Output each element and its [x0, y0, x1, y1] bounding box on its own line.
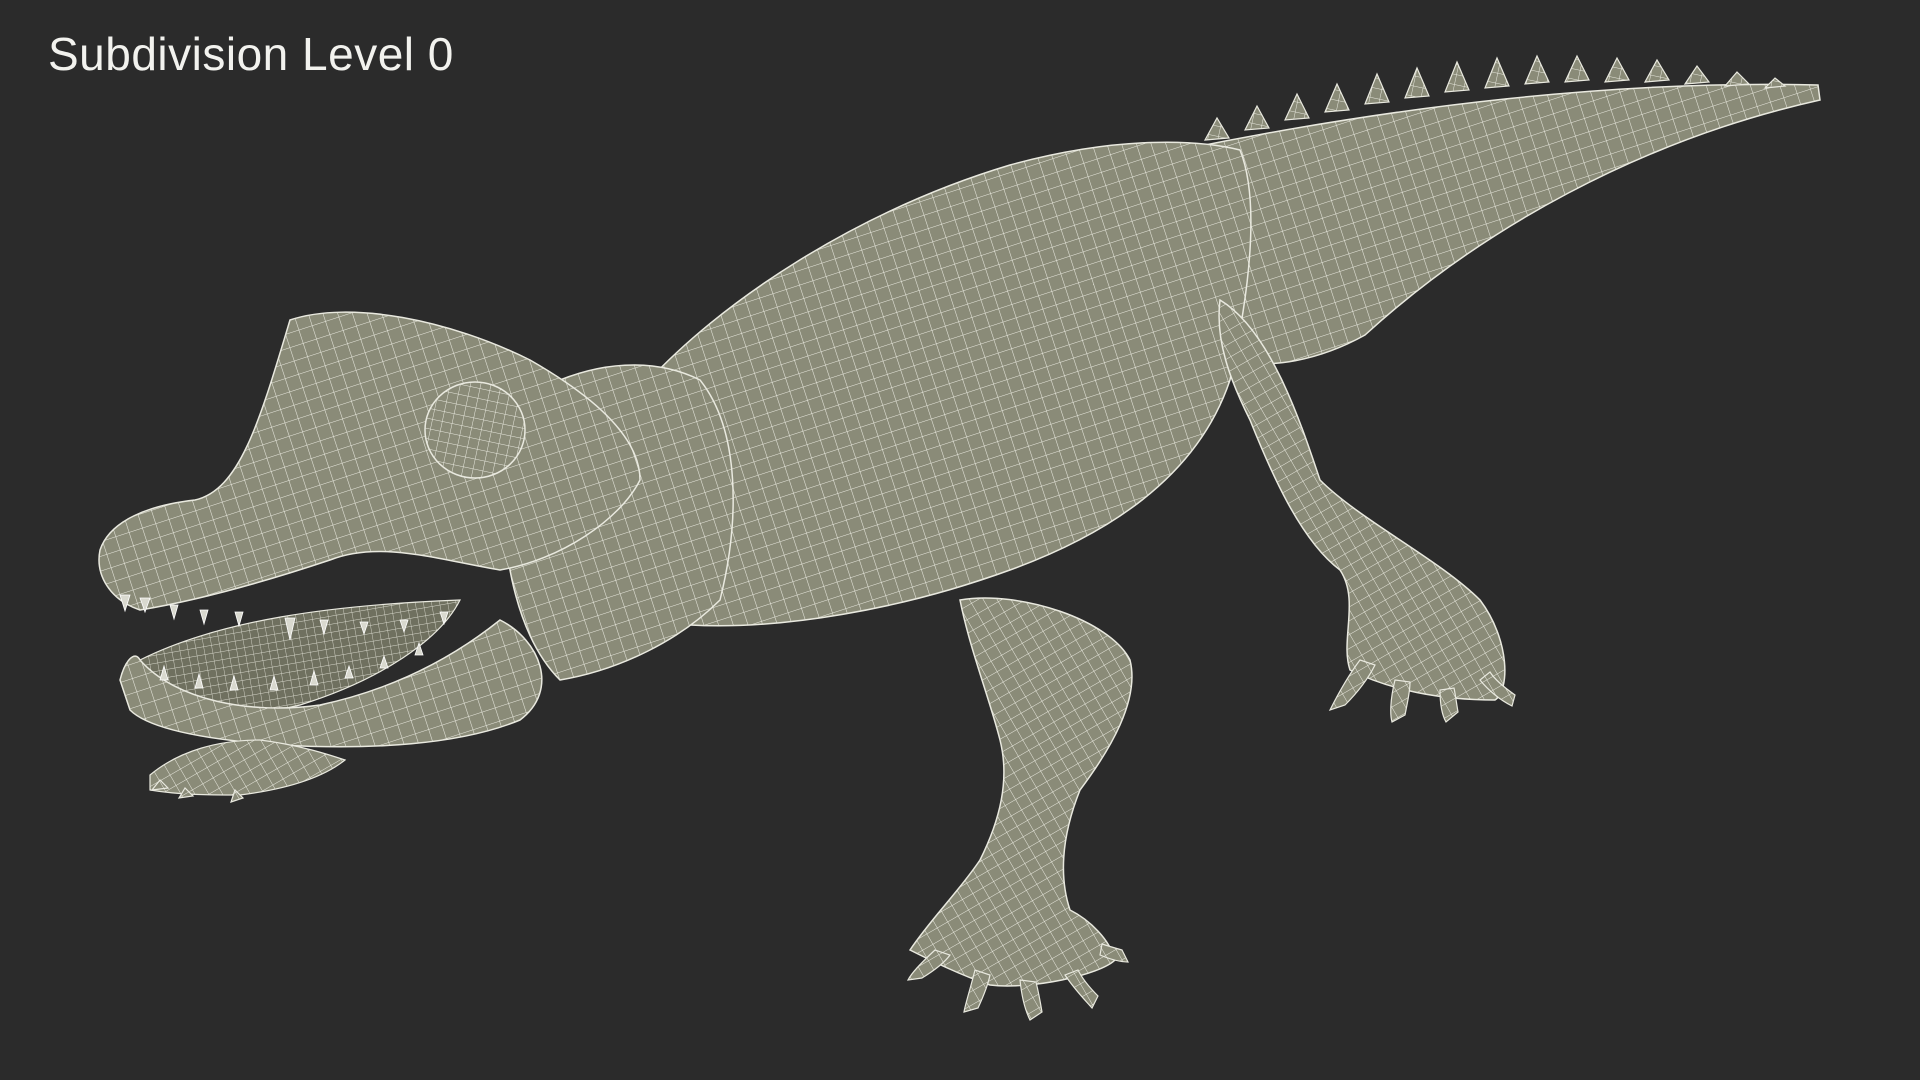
alligator-wireframe-model	[98, 54, 1821, 1021]
tail-mesh	[1179, 83, 1821, 365]
eye-socket-mesh	[424, 381, 526, 479]
render-viewport: Subdivision Level 0	[0, 0, 1920, 1080]
front-leg-mesh	[908, 597, 1133, 987]
rear-leg-mesh	[1218, 298, 1506, 701]
tucked-foot-mesh	[149, 739, 347, 803]
